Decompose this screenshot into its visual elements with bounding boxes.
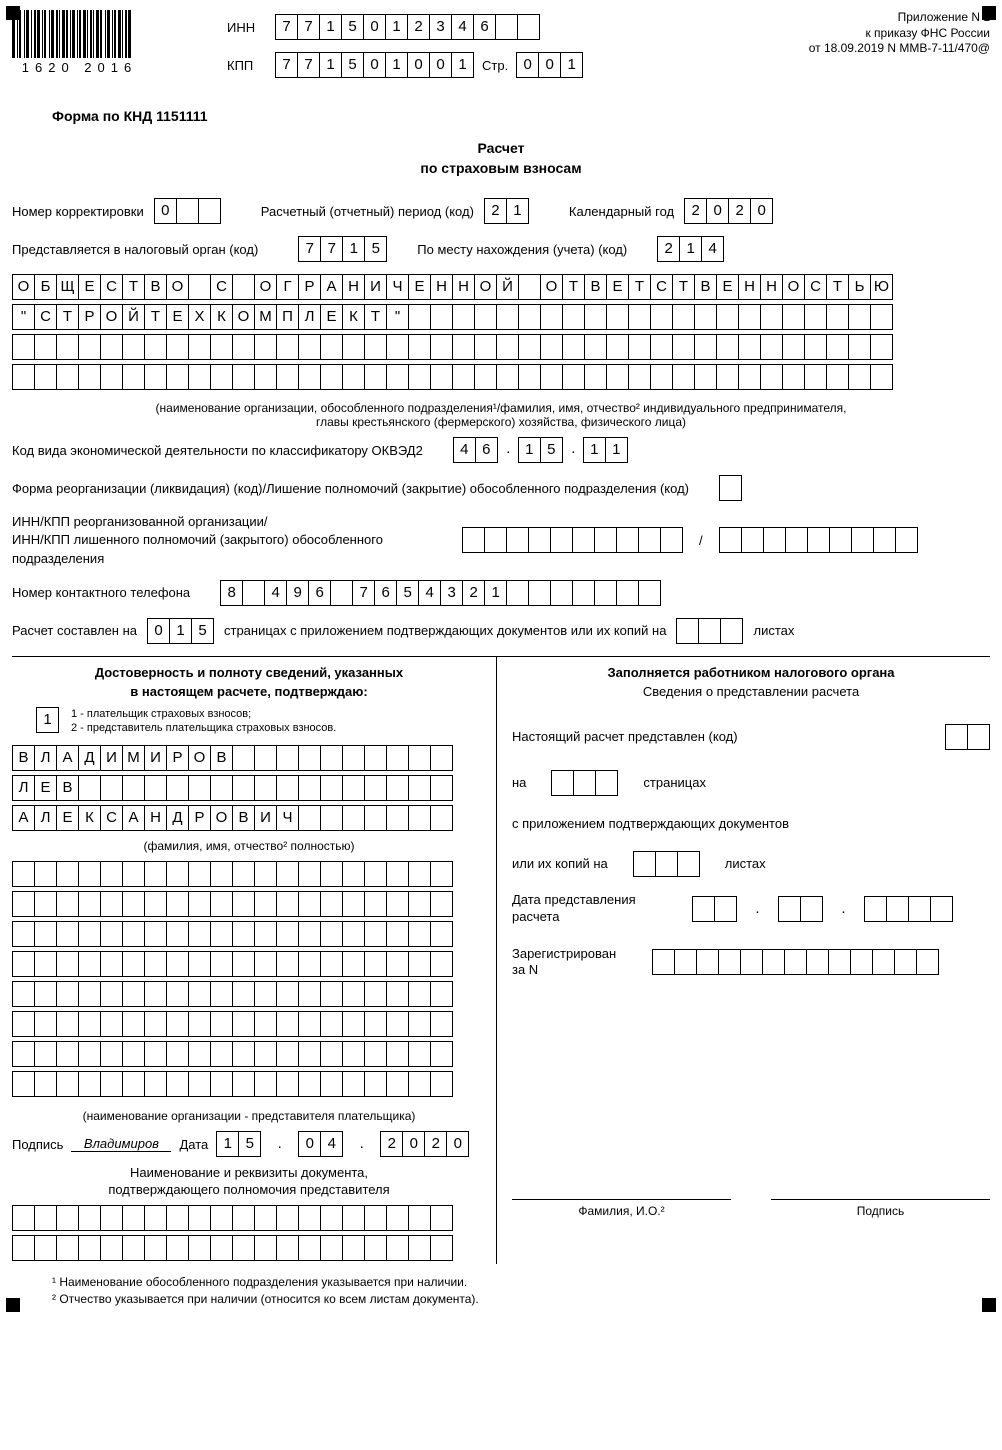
title: Расчетпо страховым взносам [12, 139, 990, 178]
barcode-text: 1620 2016 [12, 58, 147, 75]
pages-b: страницах с приложением подтверждающих д… [224, 623, 666, 638]
phone-label: Номер контактного телефона [12, 585, 190, 600]
pages-c: листах [753, 623, 794, 638]
tax-org-label: Представляется в налоговый орган (код) [12, 242, 258, 257]
org-note: (наименование организации, обособленного… [12, 401, 990, 429]
left-column: Достоверность и полноту сведений, указан… [12, 657, 497, 1264]
reorg-label: Форма реорганизации (ликвидация) (код)/Л… [12, 481, 689, 496]
period-label: Расчетный (отчетный) период (код) [261, 204, 474, 219]
okved-label: Код вида экономической деятельности по к… [12, 443, 423, 458]
right-column: Заполняется работником налогового органа… [497, 657, 990, 1264]
innkpp-label: ИНН/КПП реорганизованной организации/ ИН… [12, 513, 442, 568]
year-label: Календарный год [569, 204, 674, 219]
location-label: По месту нахождения (учета) (код) [417, 242, 627, 257]
form-code: Форма по КНД 1151111 [52, 108, 990, 124]
kpp-label: КПП [227, 58, 267, 73]
barcode: 1620 2016 [12, 10, 147, 75]
inn-label: ИНН [227, 20, 267, 35]
annex: Приложение N 1к приказу ФНС Россииот 18.… [809, 10, 990, 57]
page-label: Стр. [482, 58, 508, 73]
corr-label: Номер корректировки [12, 204, 144, 219]
pages-a: Расчет составлен на [12, 623, 137, 638]
